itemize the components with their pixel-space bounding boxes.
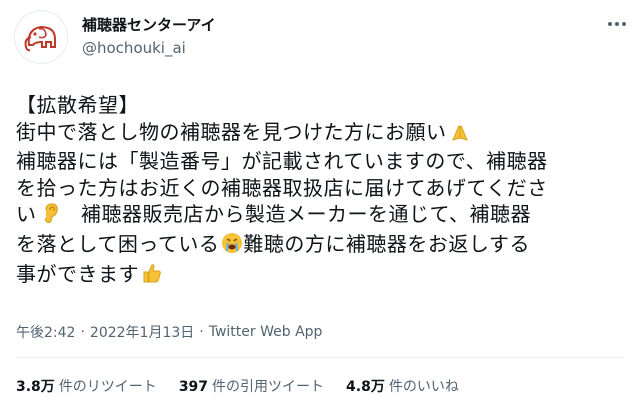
tweet-header: 補聴器センターアイ @hochouki_ai (14, 10, 216, 64)
likes-count: 4.8万 (346, 379, 385, 395)
quotes-count: 397 (178, 379, 209, 395)
avatar[interactable] (14, 10, 68, 64)
tweet-line-with-emoji: 街中で落とし物の補聴器を見つけた方にお願い (16, 119, 628, 149)
tweet-line: 補聴器販売店から製造メーカーを通じて、補聴器 (60, 202, 531, 227)
tweet-text: 【拡散希望】 街中で落とし物の補聴器を見つけた方にお願い 補聴器には「製造番号」… (16, 92, 628, 290)
tweet-line-with-emoji: 事ができます (16, 261, 628, 291)
tweet-line: を落として困っている (16, 231, 220, 256)
display-name[interactable]: 補聴器センターアイ (82, 15, 216, 35)
likes-label: 件のいいね (388, 379, 459, 395)
retweets-label: 件のリツイート (58, 379, 157, 395)
tweet-line: い (16, 202, 37, 227)
quotes-label: 件の引用ツイート (212, 379, 325, 395)
user-handle[interactable]: @hochouki_ai (82, 37, 216, 59)
tweet-line: 難聴の方に補聴器をお返しする (243, 231, 531, 256)
tweet-line-with-emoji: い 補聴器販売店から製造メーカーを通じて、補聴器 (16, 201, 628, 231)
tweet-line: を拾った方はお近くの補聴器取扱店に届けてあげてくださ (16, 175, 548, 200)
more-options-icon[interactable] (608, 22, 626, 26)
quotes-stat[interactable]: 397 件の引用ツイート (179, 376, 324, 396)
likes-stat[interactable]: 4.8万 件のいいね (346, 376, 459, 396)
meta-separator: · (80, 324, 85, 340)
tweet-line: 事ができます (16, 261, 139, 286)
thumbs-up-icon (141, 262, 163, 291)
tweet-line-with-emoji: を落として困っている 難聴の方に補聴器をお返しする (16, 231, 628, 261)
tweet-meta: 午後2:42 · 2022年1月13日 · Twitter Web App (16, 322, 322, 342)
ear-icon (39, 202, 61, 231)
meta-separator: · (199, 324, 204, 340)
folded-hands-icon (449, 120, 471, 149)
tweet-time[interactable]: 午後2:42 (16, 322, 75, 342)
elephant-logo-icon (24, 25, 56, 52)
tweet-line: 街中で落とし物の補聴器を見つけた方にお願い (16, 119, 447, 144)
retweets-count: 3.8万 (16, 379, 55, 395)
divider (16, 357, 624, 358)
tweet-line: 補聴器には「製造番号」が記載されていますので、補聴器 (16, 149, 548, 174)
tweet-stats: 3.8万 件のリツイート 397 件の引用ツイート 4.8万 件のいいね (16, 376, 459, 396)
tweet-source[interactable]: Twitter Web App (209, 324, 323, 340)
tweet-line: 【拡散希望】 (16, 93, 139, 117)
tweet-date[interactable]: 2022年1月13日 (90, 322, 194, 342)
retweets-stat[interactable]: 3.8万 件のリツイート (16, 376, 157, 396)
crying-face-icon (221, 232, 243, 261)
